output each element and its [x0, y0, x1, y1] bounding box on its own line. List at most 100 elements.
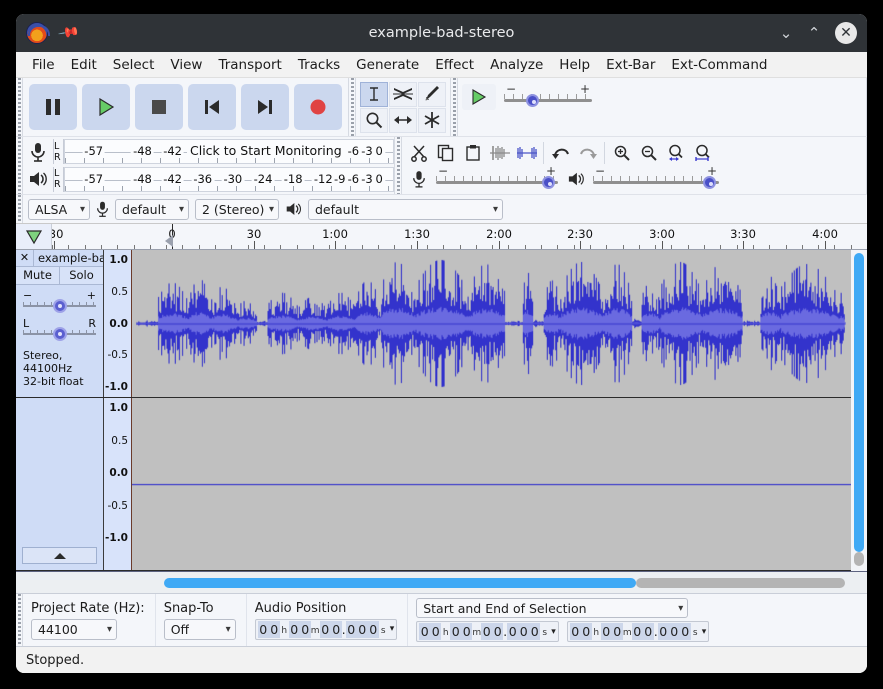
- track-pan-slider[interactable]: L R: [23, 317, 96, 341]
- time-digit[interactable]: 0: [518, 623, 529, 640]
- time-unit[interactable]: m: [311, 625, 320, 638]
- maximize-button[interactable]: ⌃: [801, 20, 827, 46]
- time-digit[interactable]: 0: [612, 623, 623, 640]
- time-digit[interactable]: 0: [461, 623, 472, 640]
- time-unit[interactable]: m: [623, 627, 632, 640]
- edit-toolbar-grip[interactable]: [395, 137, 402, 194]
- menu-generate[interactable]: Generate: [348, 55, 427, 75]
- time-digit[interactable]: 0: [419, 623, 430, 640]
- menu-effect[interactable]: Effect: [427, 55, 482, 75]
- time-digit[interactable]: 0: [581, 623, 592, 640]
- zoom-in-button[interactable]: [608, 140, 635, 166]
- menu-ext-bar[interactable]: Ext-Bar: [598, 55, 663, 75]
- mute-button[interactable]: Mute: [16, 267, 60, 284]
- time-digit[interactable]: 0: [601, 623, 612, 640]
- menu-help[interactable]: Help: [551, 55, 598, 75]
- time-unit[interactable]: h: [280, 625, 289, 638]
- time-digit[interactable]: 0: [680, 623, 691, 640]
- audio-position-field[interactable]: 00h00m00.000s▾: [255, 619, 398, 640]
- copy-button[interactable]: [432, 140, 459, 166]
- time-digit[interactable]: 0: [643, 623, 654, 640]
- recording-volume-slider[interactable]: − +: [436, 166, 558, 192]
- time-digit[interactable]: 0: [492, 623, 503, 640]
- time-digit[interactable]: 0: [357, 621, 368, 638]
- selection-end-field[interactable]: 00h00m00.000s▾: [567, 621, 710, 642]
- time-field-spinner[interactable]: ▾: [390, 624, 395, 634]
- multi-tool[interactable]: [418, 108, 446, 133]
- time-digit[interactable]: 0: [430, 623, 441, 640]
- recording-meter[interactable]: L R -57-48-42-18-12-9-6-30 Click to Star…: [23, 139, 394, 165]
- time-digit[interactable]: 0: [658, 623, 669, 640]
- fit-project-button[interactable]: [689, 140, 716, 166]
- play-speed-slider[interactable]: − +: [504, 84, 592, 110]
- timeline-ruler[interactable]: -300301:001:302:002:303:003:304:00: [52, 224, 867, 249]
- play-button[interactable]: [82, 84, 130, 130]
- selection-start-field[interactable]: 00h00m00.000s▾: [416, 621, 559, 642]
- pause-button[interactable]: [29, 84, 77, 130]
- menu-view[interactable]: View: [162, 55, 210, 75]
- right-channel-vertical-ruler[interactable]: 1.00.50.0-0.5-1.0: [104, 398, 132, 570]
- time-unit[interactable]: s: [379, 625, 388, 638]
- time-digit[interactable]: 0: [269, 621, 280, 638]
- track-gain-slider[interactable]: − +: [23, 289, 96, 313]
- time-digit[interactable]: 0: [368, 621, 379, 638]
- time-unit[interactable]: m: [472, 627, 481, 640]
- time-unit[interactable]: h: [441, 627, 450, 640]
- envelope-tool[interactable]: [389, 82, 417, 107]
- time-digit[interactable]: 0: [481, 623, 492, 640]
- time-digit[interactable]: 0: [258, 621, 269, 638]
- time-digit[interactable]: 0: [289, 621, 300, 638]
- playback-volume-slider[interactable]: − +: [593, 166, 719, 192]
- recording-volume-thumb[interactable]: [542, 176, 555, 189]
- play-meter-bar[interactable]: -57-48-42-36-30-24-18-12-9-6-30: [64, 167, 394, 192]
- cut-button[interactable]: [405, 140, 432, 166]
- redo-button[interactable]: [574, 140, 601, 166]
- time-unit[interactable]: s: [540, 627, 549, 640]
- time-digit[interactable]: 0: [507, 623, 518, 640]
- record-button[interactable]: [294, 84, 342, 130]
- record-meter-bar[interactable]: -57-48-42-18-12-9-6-30 Click to Start Mo…: [64, 139, 394, 164]
- left-channel-vertical-ruler[interactable]: 1.00.50.0-0.5-1.0: [104, 250, 132, 397]
- time-digit[interactable]: 0: [632, 623, 643, 640]
- zoom-out-button[interactable]: [635, 140, 662, 166]
- pin-icon[interactable]: 📌: [57, 21, 80, 44]
- horizontal-scrollbar-thumb[interactable]: [164, 578, 636, 588]
- menu-tracks[interactable]: Tracks: [290, 55, 348, 75]
- stop-button[interactable]: [135, 84, 183, 130]
- audio-host-select[interactable]: ALSA ▾: [28, 199, 90, 220]
- menu-file[interactable]: File: [24, 55, 63, 75]
- snap-to-select[interactable]: Off ▾: [164, 619, 236, 640]
- left-channel-waveform[interactable]: [132, 250, 851, 397]
- time-digit[interactable]: 0: [300, 621, 311, 638]
- paste-button[interactable]: [459, 140, 486, 166]
- menu-select[interactable]: Select: [105, 55, 163, 75]
- time-digit[interactable]: 0: [529, 623, 540, 640]
- horizontal-scrollbar-remainder[interactable]: [636, 578, 845, 588]
- pan-thumb[interactable]: [53, 327, 67, 341]
- playback-meter[interactable]: L R -57-48-42-36-30-24-18-12-9-6-30: [23, 167, 394, 193]
- meter-toolbar-grip[interactable]: [16, 137, 23, 194]
- menu-ext-command[interactable]: Ext-Command: [663, 55, 775, 75]
- silence-audio-button[interactable]: [513, 140, 540, 166]
- track-name-dropdown[interactable]: example-ba ▼: [34, 251, 103, 265]
- playback-device-select[interactable]: default ▾: [308, 199, 503, 220]
- play-speed-toolbar-grip[interactable]: [451, 78, 458, 136]
- transport-toolbar-grip[interactable]: [16, 78, 23, 136]
- device-toolbar-grip[interactable]: [16, 195, 23, 223]
- minimize-button[interactable]: ⌄: [773, 20, 799, 46]
- selection-toolbar-grip[interactable]: [16, 594, 23, 646]
- time-digit[interactable]: 0: [346, 621, 357, 638]
- undo-button[interactable]: [547, 140, 574, 166]
- time-digit[interactable]: 0: [331, 621, 342, 638]
- gain-thumb[interactable]: [53, 299, 67, 313]
- draw-tool[interactable]: [418, 82, 446, 107]
- menu-transport[interactable]: Transport: [210, 55, 289, 75]
- collapse-track-button[interactable]: [22, 547, 97, 564]
- menu-edit[interactable]: Edit: [63, 55, 105, 75]
- play-at-speed-button[interactable]: [462, 84, 496, 110]
- time-digit[interactable]: 0: [570, 623, 581, 640]
- close-button[interactable]: ✕: [835, 22, 857, 44]
- vertical-scrollbar[interactable]: [851, 250, 867, 571]
- recording-channels-select[interactable]: 2 (Stereo) ▾: [195, 199, 279, 220]
- time-unit[interactable]: s: [691, 627, 700, 640]
